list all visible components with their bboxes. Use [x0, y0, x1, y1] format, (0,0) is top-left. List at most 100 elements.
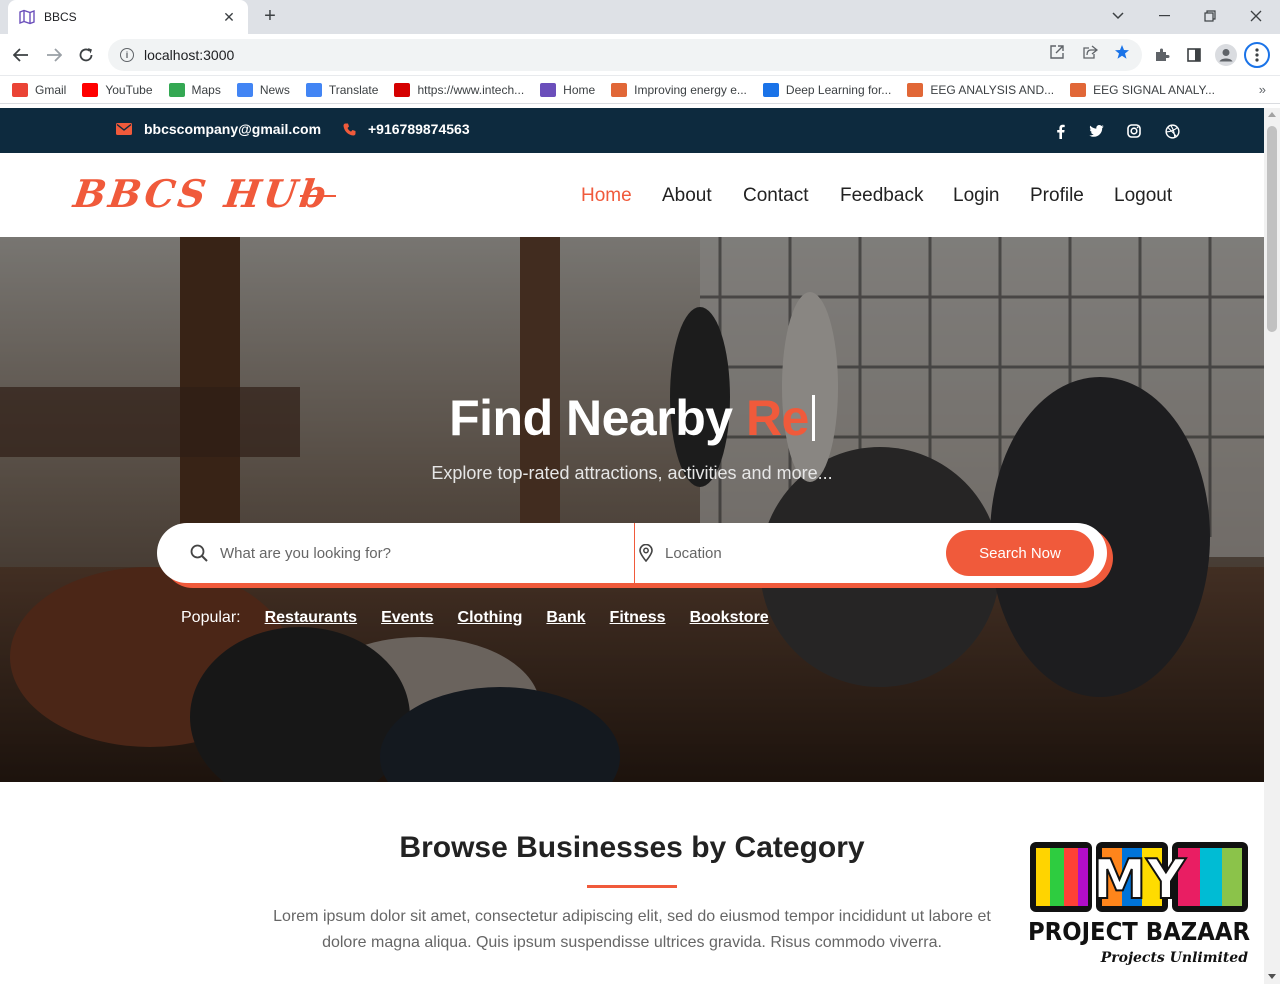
bookmark-label: Translate — [328, 82, 379, 97]
forward-button[interactable] — [41, 42, 67, 68]
phone-contact[interactable]: +916789874563 — [343, 121, 470, 137]
tab-search-chevron-icon[interactable] — [1100, 4, 1136, 28]
hero-title-prefix: Find Nearby — [449, 390, 746, 446]
keyword-placeholder: What are you looking for? — [220, 544, 391, 562]
matlab-icon — [1070, 82, 1087, 97]
translate-icon — [305, 82, 322, 97]
nav-item-about[interactable]: About — [662, 185, 712, 207]
watermark-my-text: MY — [1093, 848, 1187, 911]
location-pin-icon — [639, 544, 653, 562]
popular-link-bank[interactable]: Bank — [546, 609, 585, 627]
main-navbar: BBCS HUb Home About Contact Feedback Login Pr… — [0, 153, 1264, 237]
browser-tab[interactable]: BBCS ✕ — [8, 0, 248, 34]
hero-title-typed-word: Re — [745, 390, 809, 446]
bookmark-label: Deep Learning for... — [785, 82, 892, 97]
email-text: bbcscompany@gmail.com — [144, 121, 322, 137]
nav-item-feedback[interactable]: Feedback — [840, 185, 923, 207]
location-input[interactable]: Location — [639, 523, 939, 583]
keyword-search-input[interactable]: What are you looking for? — [190, 523, 620, 583]
news-icon — [236, 82, 253, 97]
tab-close-icon[interactable]: ✕ — [220, 9, 238, 26]
share-icon[interactable] — [1080, 42, 1100, 62]
tab-title: BBCS — [44, 10, 77, 24]
phone-text: +916789874563 — [368, 121, 470, 137]
bookmark-item[interactable]: Gmail — [12, 82, 66, 97]
search-now-button[interactable]: Search Now — [946, 530, 1094, 576]
nav-item-home[interactable]: Home — [581, 185, 632, 207]
page-scrollbar[interactable] — [1264, 108, 1280, 984]
facebook-icon[interactable] — [1050, 121, 1070, 141]
bookmark-label: EEG SIGNAL ANALY... — [1093, 82, 1215, 97]
popular-link-fitness[interactable]: Fitness — [610, 609, 666, 627]
watermark-tagline-text: Projects Unlimited — [1100, 950, 1248, 966]
more-bookmarks-icon[interactable]: » — [1259, 82, 1266, 97]
bookmark-item[interactable]: EEG SIGNAL ANALY... — [1070, 82, 1215, 97]
bookmark-item[interactable]: https://www.intech... — [394, 82, 524, 97]
bookmark-item[interactable]: EEG ANALYSIS AND... — [907, 82, 1055, 97]
bookmark-item[interactable]: Deep Learning for... — [762, 82, 892, 97]
address-bar[interactable]: i localhost:3000 — [108, 39, 1142, 71]
minimize-button[interactable] — [1146, 4, 1182, 28]
maps-icon — [168, 82, 185, 97]
youtube-icon — [82, 82, 99, 97]
bookmark-label: YouTube — [105, 82, 153, 97]
bookmark-label: Improving energy e... — [634, 82, 747, 97]
popular-searches: Popular: Restaurants Events Clothing Bank Fi… — [181, 609, 793, 627]
map-outline-icon — [540, 82, 557, 97]
new-tab-button[interactable]: + — [258, 6, 282, 28]
search-form: What are you looking for? Location Searc… — [157, 523, 1107, 583]
profile-avatar-icon[interactable] — [1213, 42, 1239, 68]
envelope-icon — [116, 123, 132, 135]
browser-toolbar: i localhost:3000 — [0, 34, 1280, 76]
bookmark-item[interactable]: YouTube — [82, 82, 153, 97]
url-text: localhost:3000 — [144, 47, 235, 63]
browser-tab-strip: BBCS ✕ + — [0, 0, 1280, 34]
open-in-app-icon[interactable] — [1047, 42, 1067, 62]
search-divider — [634, 523, 635, 583]
back-button[interactable] — [8, 42, 34, 68]
intech-icon — [394, 82, 411, 97]
nav-item-contact[interactable]: Contact — [743, 185, 808, 207]
site-logo[interactable]: BBCS HUb — [71, 171, 333, 216]
popular-link-bookstore[interactable]: Bookstore — [690, 609, 769, 627]
browser-menu-icon[interactable] — [1244, 42, 1270, 68]
matlab-icon — [907, 82, 924, 97]
title-underline — [587, 885, 677, 888]
nav-item-profile[interactable]: Profile — [1030, 185, 1084, 207]
popular-link-events[interactable]: Events — [381, 609, 433, 627]
bookmark-item[interactable]: Translate — [305, 82, 379, 97]
instagram-icon[interactable] — [1124, 121, 1144, 141]
phone-icon — [343, 123, 356, 136]
site-info-icon[interactable]: i — [120, 48, 134, 62]
matlab-icon — [611, 82, 628, 97]
nav-item-login[interactable]: Login — [953, 185, 1000, 207]
popular-link-restaurants[interactable]: Restaurants — [265, 609, 357, 627]
restore-button[interactable] — [1192, 4, 1228, 28]
bookmark-item[interactable]: Improving energy e... — [611, 82, 747, 97]
scroll-up-arrow-icon[interactable] — [1268, 112, 1276, 117]
nav-item-logout[interactable]: Logout — [1114, 185, 1172, 207]
side-panel-icon[interactable] — [1181, 42, 1207, 68]
typing-caret — [811, 395, 815, 441]
document-icon — [762, 82, 779, 97]
email-contact[interactable]: bbcscompany@gmail.com — [116, 121, 321, 137]
hero-dark-overlay — [0, 237, 1264, 782]
bookmark-label: Home — [563, 82, 596, 97]
bookmark-item[interactable]: News — [236, 82, 290, 97]
close-window-button[interactable] — [1238, 4, 1274, 28]
scrollbar-thumb[interactable] — [1267, 126, 1277, 332]
hero-section: Find Nearby Re Explore top-rated attract… — [0, 237, 1264, 782]
bookmark-star-icon[interactable] — [1112, 42, 1132, 62]
bookmarks-bar: Gmail YouTube Maps News Translate https://www… — [0, 76, 1280, 104]
bookmark-item[interactable]: Home — [540, 82, 596, 97]
twitter-icon[interactable] — [1086, 121, 1106, 141]
extensions-puzzle-icon[interactable] — [1149, 42, 1175, 68]
bookmark-label: EEG ANALYSIS AND... — [930, 82, 1055, 97]
scroll-down-arrow-icon[interactable] — [1268, 974, 1276, 979]
popular-label: Popular: — [181, 609, 241, 626]
bookmark-item[interactable]: Maps — [168, 82, 221, 97]
dribbble-icon[interactable] — [1162, 121, 1182, 141]
hero-title: Find Nearby Re — [0, 389, 1264, 447]
reload-button[interactable] — [73, 42, 99, 68]
popular-link-clothing[interactable]: Clothing — [458, 609, 523, 627]
